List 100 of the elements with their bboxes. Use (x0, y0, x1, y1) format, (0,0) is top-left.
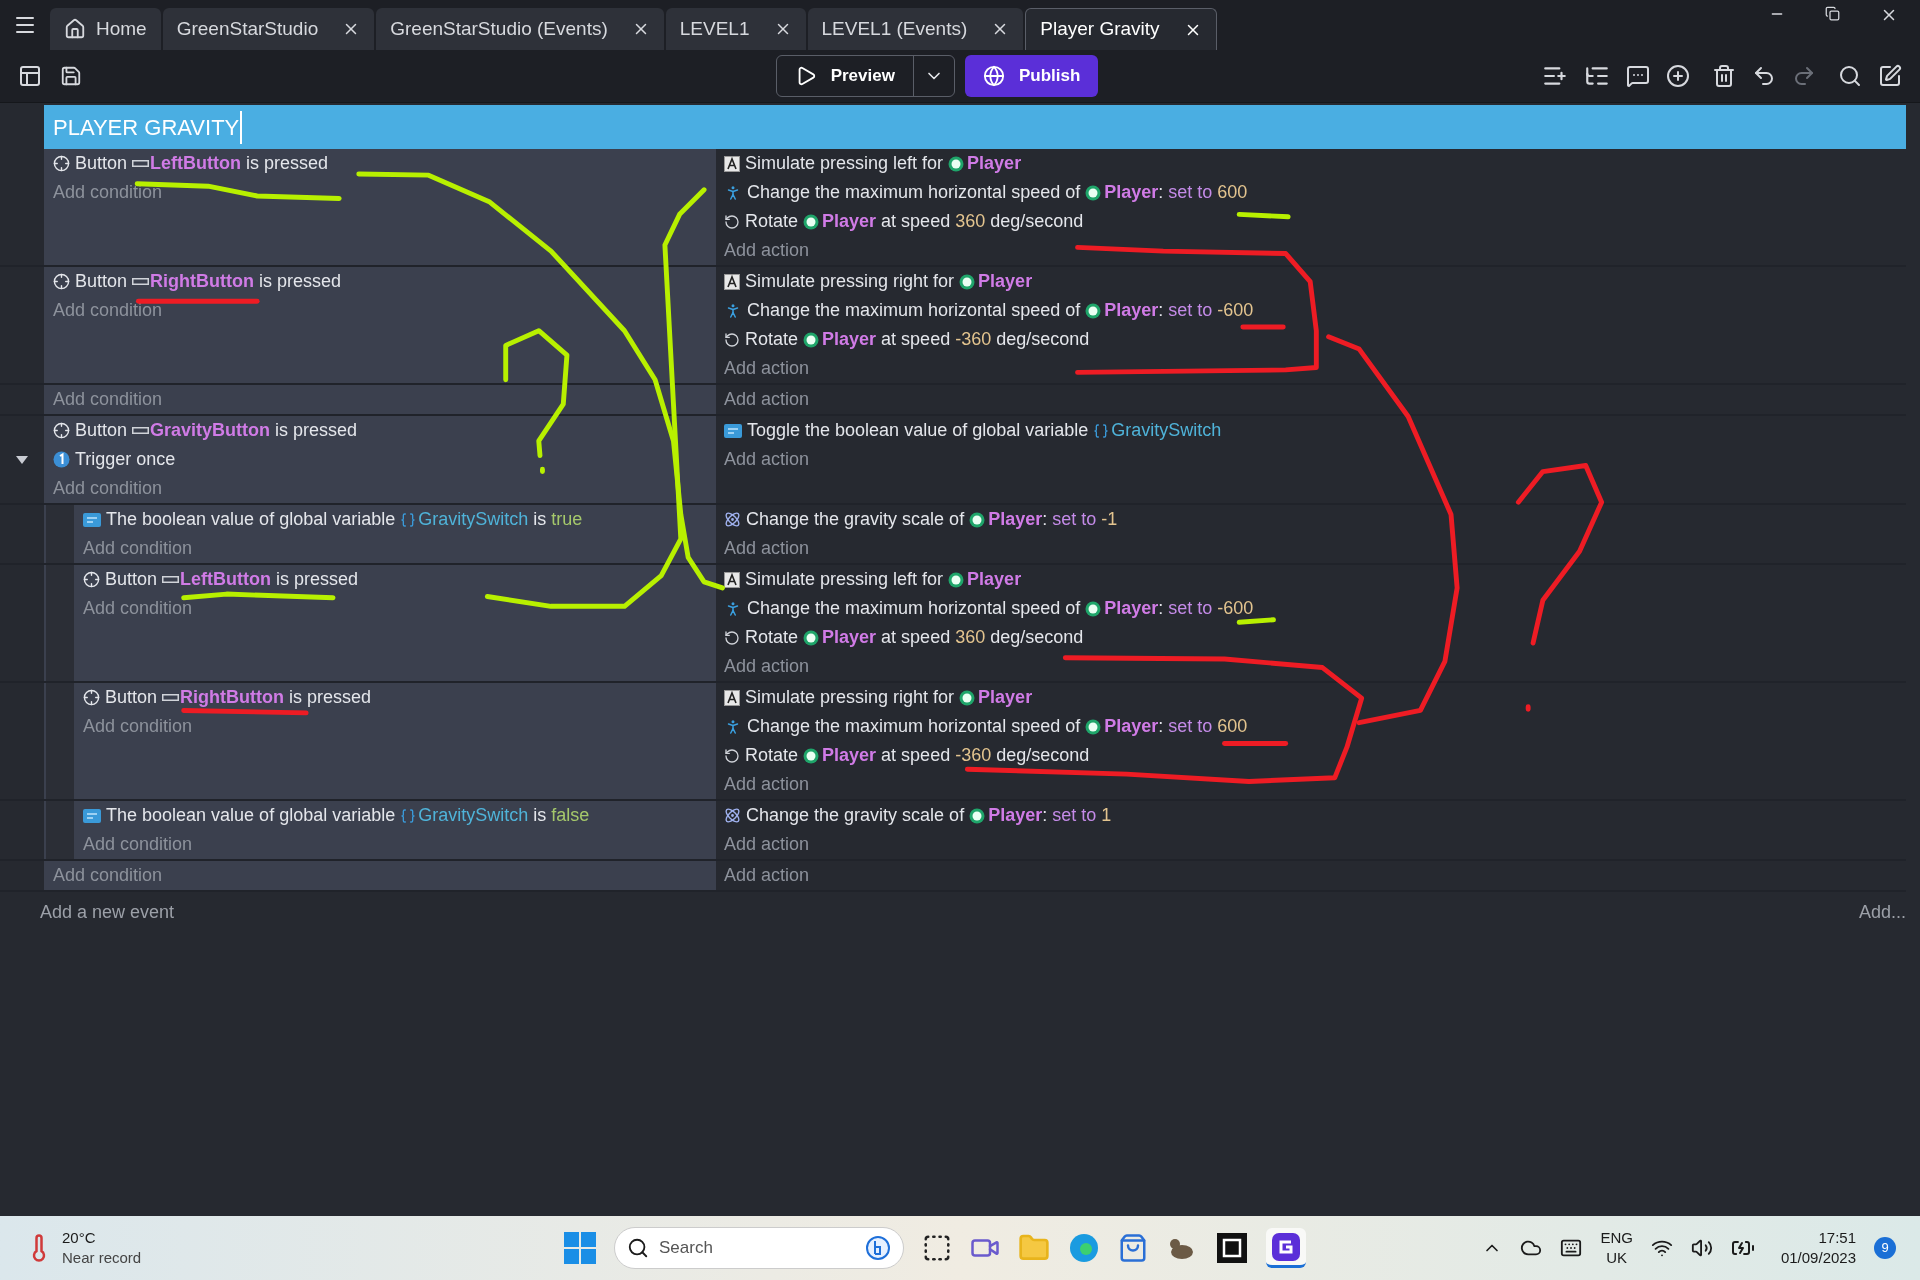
editor-tab[interactable]: GreenStarStudio (162, 8, 375, 50)
value-text: -600 (1217, 597, 1254, 620)
statement-text: Change the maximum horizontal speed of (747, 715, 1081, 738)
editor-tab[interactable]: Home (50, 8, 161, 50)
object-name: Player (822, 744, 877, 767)
braces-icon (400, 807, 417, 824)
editor-tab[interactable]: Player Gravity (1025, 8, 1217, 50)
language-text[interactable]: ENG (1600, 1228, 1633, 1248)
redo-icon[interactable] (1792, 64, 1816, 88)
task-view-icon[interactable] (922, 1233, 952, 1263)
underline-mark (1222, 741, 1289, 746)
statement-text: is pressed (275, 419, 358, 442)
add-action-link[interactable]: Add action (724, 237, 810, 264)
add-condition-link[interactable]: Add condition (53, 297, 163, 324)
add-action-link[interactable]: Add action (724, 653, 810, 680)
taskbar-search-field[interactable]: Search (614, 1227, 904, 1269)
value-text: -360 (955, 744, 992, 767)
crosshair-icon (83, 689, 100, 706)
browser-icon[interactable] (1068, 1232, 1100, 1264)
operator-text: set to (1052, 508, 1097, 531)
square-app-icon[interactable] (1216, 1232, 1248, 1264)
clock-time[interactable]: 17:51 (1818, 1228, 1856, 1248)
add-menu-link[interactable]: Add... (1858, 898, 1906, 926)
variable-name: GravitySwitch (418, 508, 529, 531)
trigger-once-icon (53, 451, 70, 468)
variable-name: GravitySwitch (418, 804, 529, 827)
add-condition-link[interactable]: Add condition (83, 595, 193, 622)
add-condition-link[interactable]: Add condition (83, 535, 193, 562)
object-dot-icon (948, 571, 965, 588)
home-icon (64, 18, 86, 40)
region-text[interactable]: UK (1606, 1248, 1628, 1268)
statement-text: Change the maximum horizontal speed of (747, 299, 1081, 322)
add-action-link[interactable]: Add action (724, 831, 810, 858)
bar-icon (162, 576, 180, 583)
add-condition-link[interactable]: Add condition (83, 831, 193, 858)
object-dot-icon (969, 807, 986, 824)
active-app-icon[interactable] (1266, 1228, 1306, 1268)
edit-icon[interactable] (1878, 64, 1902, 88)
add-action-link[interactable]: Add action (724, 535, 810, 562)
statement-text: Button (105, 686, 158, 709)
add-action-link[interactable]: Add action (724, 862, 810, 889)
editor-tab[interactable]: LEVEL1 (665, 8, 806, 50)
add-condition-link[interactable]: Add condition (53, 179, 163, 206)
undo-icon[interactable] (1752, 64, 1776, 88)
notification-badge[interactable]: 9 (1874, 1237, 1896, 1259)
object-name: Player (988, 804, 1043, 827)
search-icon[interactable] (1838, 64, 1862, 88)
statement-text: Rotate (745, 744, 799, 767)
statement-text: Trigger once (75, 448, 176, 471)
object-dot-icon (959, 273, 976, 290)
colon-text: : (1042, 508, 1048, 531)
add-new-event-link[interactable]: Add a new event (40, 898, 175, 926)
object-name: Player (967, 568, 1022, 591)
add-condition-link[interactable]: Add condition (53, 475, 163, 502)
crosshair-icon (83, 571, 100, 588)
editor-tab[interactable]: GreenStarStudio (Events) (376, 8, 664, 50)
speaker-icon[interactable] (1690, 1237, 1713, 1259)
statement-text: Change the maximum horizontal speed of (747, 597, 1081, 620)
clock-date[interactable]: 01/09/2023 (1780, 1248, 1856, 1268)
object-name: Player (988, 508, 1043, 531)
add-condition-link[interactable]: Add condition (53, 862, 163, 889)
add-action-link[interactable]: Add action (724, 446, 810, 473)
bar-icon (162, 694, 180, 701)
keyboard-key-icon (724, 571, 740, 588)
add-action-link[interactable]: Add action (724, 771, 810, 798)
value-text: 360 (955, 210, 986, 233)
collapse-caret-icon[interactable] (16, 455, 28, 464)
object-name: RightButton (150, 270, 254, 293)
save-icon[interactable] (60, 65, 82, 87)
store-icon[interactable] (1118, 1233, 1148, 1263)
add-icon[interactable] (1666, 64, 1690, 88)
editor-tab[interactable]: LEVEL1 (Events) (807, 8, 1024, 50)
variable-icon (83, 808, 101, 823)
add-action-link[interactable]: Add action (724, 386, 810, 413)
windows-logo-icon[interactable] (564, 1232, 596, 1264)
temperature-text: 20°C (62, 1228, 97, 1248)
group-title-bar[interactable]: PLAYER GRAVITY (44, 105, 1906, 149)
colon-text: : (1158, 715, 1164, 738)
keyboard-key-icon (724, 155, 740, 172)
comment-icon[interactable] (1626, 64, 1650, 88)
weather-text: Near record (62, 1248, 142, 1268)
object-name: RightButton (180, 686, 284, 709)
add-condition-link[interactable]: Add condition (53, 386, 163, 413)
variable-icon (724, 423, 742, 438)
object-name: Player (978, 270, 1033, 293)
circle-b-icon (865, 1235, 891, 1261)
trash-icon[interactable] (1712, 64, 1736, 88)
object-dot-icon (803, 747, 820, 764)
add-condition-link[interactable]: Add condition (83, 713, 193, 740)
panels-icon[interactable] (18, 64, 42, 88)
value-text: -1 (1101, 508, 1118, 531)
operator-text: set to (1168, 597, 1213, 620)
add-action-link[interactable]: Add action (724, 355, 810, 382)
crosshair-icon (53, 155, 70, 172)
publish-button[interactable]: Publish (964, 55, 1099, 97)
statement-text: Change the gravity scale of (746, 508, 965, 531)
operator-text: set to (1168, 181, 1213, 204)
keyboard-icon[interactable] (1560, 1237, 1583, 1259)
restore-icon[interactable] (1825, 6, 1840, 21)
bar-icon (132, 160, 150, 167)
